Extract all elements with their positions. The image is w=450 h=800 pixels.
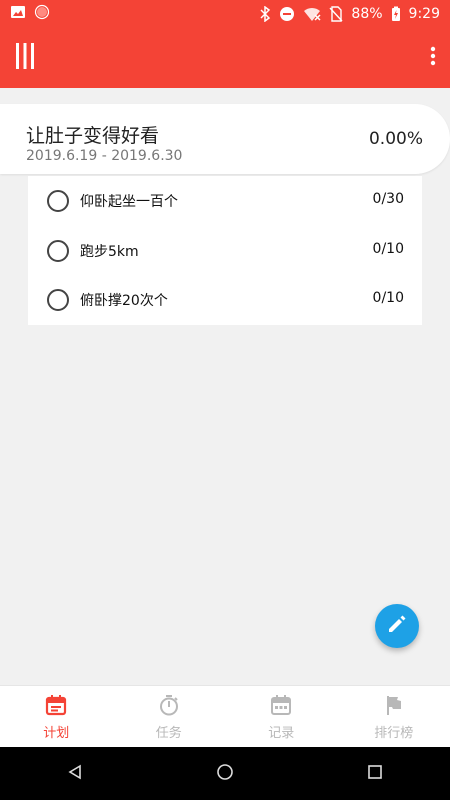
- plan-card[interactable]: 让肚子变得好看 2019.6.19 - 2019.6.30 0.00%: [0, 104, 450, 174]
- home-button[interactable]: [195, 754, 255, 794]
- nav-label: 任务: [155, 725, 182, 741]
- bluetooth-icon: [259, 6, 271, 22]
- task-name: 仰卧起坐一百个: [80, 194, 178, 210]
- status-bar-left: [10, 4, 50, 24]
- plan-progress: 0.00%: [368, 129, 423, 149]
- bottom-navigation: 计划 任务 记录 排行榜: [0, 685, 450, 748]
- more-options-button[interactable]: [430, 46, 436, 70]
- back-icon: [67, 764, 83, 784]
- plan-title: 让肚子变得好看: [26, 125, 160, 147]
- task-row[interactable]: 仰卧起坐一百个 0/30: [28, 176, 422, 226]
- status-bar-right: 88% 9:29: [259, 6, 440, 22]
- nav-label: 排行榜: [374, 725, 414, 741]
- do-not-disturb-icon: [279, 6, 295, 22]
- task-count: 0/10: [372, 290, 404, 306]
- task-row[interactable]: 俯卧撑20次个 0/10: [28, 275, 422, 325]
- back-button[interactable]: [45, 754, 105, 794]
- edit-fab[interactable]: [375, 604, 419, 648]
- nav-item-tasks[interactable]: 任务: [113, 686, 226, 748]
- task-row[interactable]: 跑步5km 0/10: [28, 226, 422, 276]
- battery-charging-icon: [391, 6, 401, 22]
- edit-icon: [386, 613, 408, 639]
- no-sim-icon: [329, 6, 343, 22]
- recents-button[interactable]: [345, 754, 405, 794]
- nav-label: 计划: [43, 725, 70, 741]
- task-count: 0/10: [372, 240, 404, 257]
- task-checkbox[interactable]: [47, 289, 69, 311]
- circle-icon: [34, 4, 50, 24]
- task-checkbox[interactable]: [47, 190, 69, 212]
- nav-item-records[interactable]: 记录: [225, 686, 338, 748]
- task-name: 俯卧撑20次个: [80, 293, 168, 309]
- nav-item-plan[interactable]: 计划: [0, 686, 113, 748]
- clock-text: 9:29: [408, 6, 440, 22]
- calendar-icon: [45, 694, 67, 720]
- more-vert-icon: [430, 46, 436, 70]
- plan-dates: 2019.6.19 - 2019.6.30: [26, 148, 183, 164]
- plan-content: 让肚子变得好看 2019.6.19 - 2019.6.30 0.00% 仰卧起坐…: [0, 88, 450, 685]
- flag-icon: [383, 694, 405, 720]
- app-bar: [0, 28, 450, 88]
- task-list: 仰卧起坐一百个 0/30 跑步5km 0/10 俯卧撑20次个 0/10: [28, 176, 422, 325]
- menu-icon: [14, 42, 36, 74]
- image-icon: [10, 4, 26, 24]
- task-checkbox[interactable]: [47, 239, 69, 262]
- calendar-icon: [270, 694, 292, 720]
- task-count: 0/30: [372, 191, 404, 207]
- battery-text: 88%: [351, 6, 383, 22]
- menu-button[interactable]: [14, 42, 36, 74]
- wifi-icon: [303, 6, 321, 22]
- recents-icon: [368, 764, 382, 783]
- status-bar: 88% 9:29: [0, 0, 450, 28]
- timer-icon: [158, 694, 180, 720]
- task-name: 跑步5km: [80, 243, 139, 260]
- nav-item-leaderboard[interactable]: 排行榜: [338, 686, 450, 748]
- home-icon: [216, 763, 234, 785]
- system-navigation-bar: [0, 747, 450, 800]
- nav-label: 记录: [268, 725, 295, 741]
